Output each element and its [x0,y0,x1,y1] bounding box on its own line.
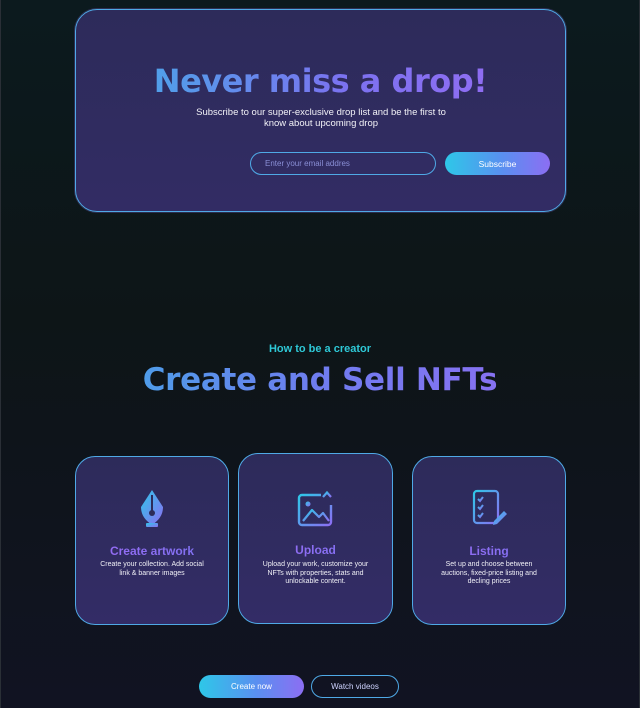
card-title: Listing [413,544,565,558]
create-now-button[interactable]: Create now [199,675,304,698]
image-upload-icon [239,489,392,533]
email-field[interactable] [250,152,436,175]
card-title: Create artwork [76,544,228,558]
card-title: Upload [239,543,392,557]
section-eyebrow: How to be a creator [268,343,372,355]
watch-videos-button[interactable]: Watch videos [311,675,399,698]
card-create-artwork[interactable]: Create artwork Create your collection. A… [75,456,229,625]
card-listing[interactable]: Listing Set up and choose between auctio… [412,456,566,625]
checklist-edit-icon [413,487,565,531]
newsletter-title: Never miss a drop! [76,62,565,100]
card-description: Create your collection. Add social link … [100,561,204,577]
subscribe-button[interactable]: Subscribe [445,152,550,175]
newsletter-card: Never miss a drop! Subscribe to our supe… [75,9,566,212]
card-description: Upload your work, customize your NFTs wi… [262,561,369,586]
newsletter-subtitle: Subscribe to our super-exclusive drop li… [196,107,446,129]
card-description: Set up and choose between auctions, fixe… [441,561,537,586]
pen-nib-icon [76,487,228,531]
section-title: Create and Sell NFTs [0,362,640,398]
card-upload[interactable]: Upload Upload your work, customize your … [238,453,393,624]
